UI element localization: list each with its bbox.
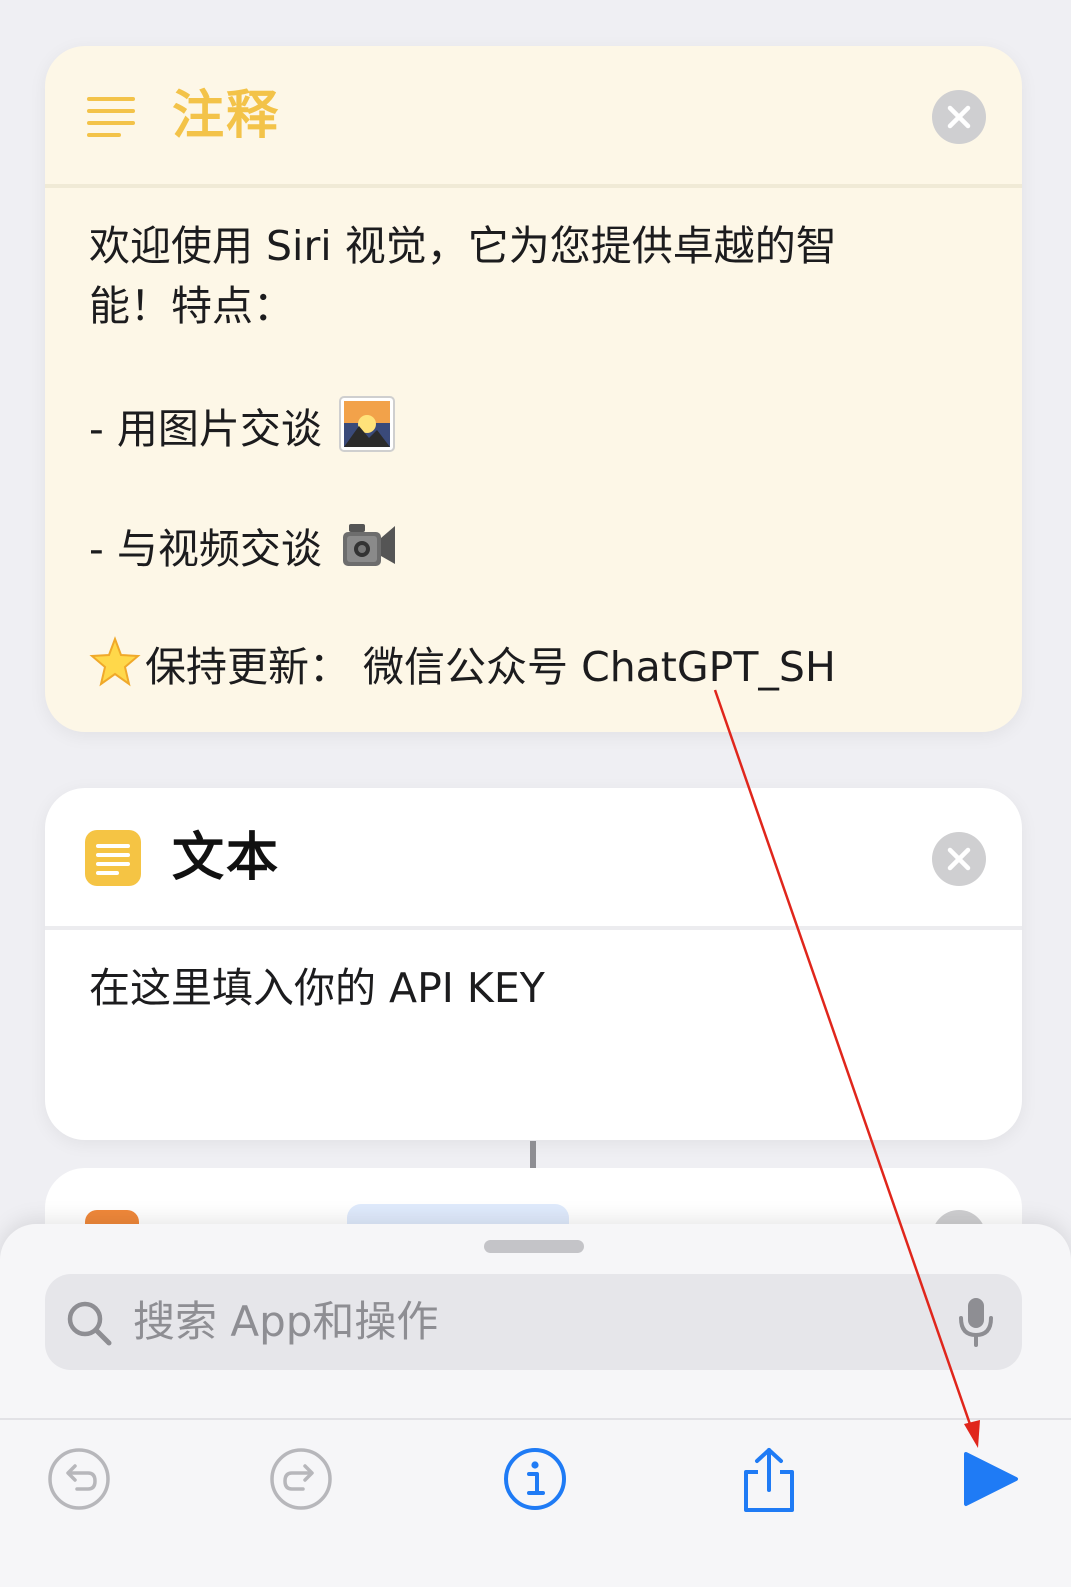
note-bullet-video-chat: - 与视频交谈 bbox=[89, 525, 322, 573]
note-update-line: 保持更新： 微信公众号 ChatGPT_SH bbox=[145, 643, 836, 691]
note-card-title: 注释 bbox=[172, 86, 281, 146]
sheet-grabber-handle[interactable] bbox=[484, 1240, 584, 1253]
note-line-1: 欢迎使用 Siri 视觉，它为您提供卓越的智 bbox=[89, 222, 837, 270]
note-line-blank bbox=[89, 576, 989, 636]
close-icon bbox=[947, 105, 971, 129]
video-camera-icon bbox=[339, 516, 397, 588]
search-icon bbox=[65, 1299, 113, 1351]
text-card-title: 文本 bbox=[172, 828, 281, 888]
search-input[interactable]: 搜索 App和操作 bbox=[133, 1294, 438, 1350]
note-line-blank bbox=[89, 336, 989, 396]
play-icon bbox=[964, 1452, 1018, 1506]
info-button[interactable] bbox=[502, 1446, 568, 1512]
undo-icon bbox=[48, 1448, 110, 1510]
close-icon bbox=[947, 847, 971, 871]
run-button[interactable] bbox=[958, 1446, 1024, 1512]
list-icon bbox=[87, 96, 135, 142]
note-line-4: - 用图片交谈 bbox=[89, 396, 989, 456]
search-bar[interactable]: 搜索 App和操作 bbox=[45, 1274, 1022, 1370]
note-card-divider bbox=[45, 184, 1022, 188]
text-remove-button[interactable] bbox=[932, 832, 986, 886]
share-icon bbox=[744, 1448, 794, 1512]
note-line-6: - 与视频交谈 bbox=[89, 516, 989, 576]
text-action-card[interactable]: 文本 在这里填入你的 API KEY bbox=[45, 788, 1022, 1140]
redo-icon bbox=[270, 1448, 332, 1510]
note-card-header: 注释 bbox=[45, 46, 1022, 184]
note-line-8: 保持更新： 微信公众号 ChatGPT_SH bbox=[89, 636, 989, 696]
action-connector-line bbox=[530, 1141, 536, 1169]
note-line-blank bbox=[89, 456, 989, 516]
share-button[interactable] bbox=[736, 1446, 802, 1512]
glowing-star-icon bbox=[89, 636, 141, 704]
sunrise-mountain-icon bbox=[338, 396, 395, 468]
note-line-2: 能！特点： bbox=[89, 282, 294, 330]
note-bullet-image-chat: - 用图片交谈 bbox=[89, 405, 322, 453]
microphone-icon[interactable] bbox=[958, 1296, 994, 1352]
redo-button[interactable] bbox=[268, 1446, 334, 1512]
text-card-divider bbox=[45, 926, 1022, 930]
actions-bottom-sheet[interactable]: 搜索 App和操作 bbox=[0, 1224, 1071, 1587]
toolbar-divider bbox=[0, 1418, 1071, 1420]
note-remove-button[interactable] bbox=[932, 90, 986, 144]
note-action-card[interactable]: 注释 欢迎使用 Siri 视觉，它为您提供卓越的智 能！特点： - 用图片交谈 bbox=[45, 46, 1022, 732]
undo-button[interactable] bbox=[46, 1446, 112, 1512]
info-icon bbox=[504, 1448, 566, 1510]
api-key-text-field[interactable]: 在这里填入你的 API KEY bbox=[89, 958, 545, 1018]
text-document-icon bbox=[85, 830, 141, 890]
text-card-header: 文本 bbox=[45, 788, 1022, 926]
note-text-body[interactable]: 欢迎使用 Siri 视觉，它为您提供卓越的智 能！特点： - 用图片交谈 - 与… bbox=[89, 216, 989, 696]
